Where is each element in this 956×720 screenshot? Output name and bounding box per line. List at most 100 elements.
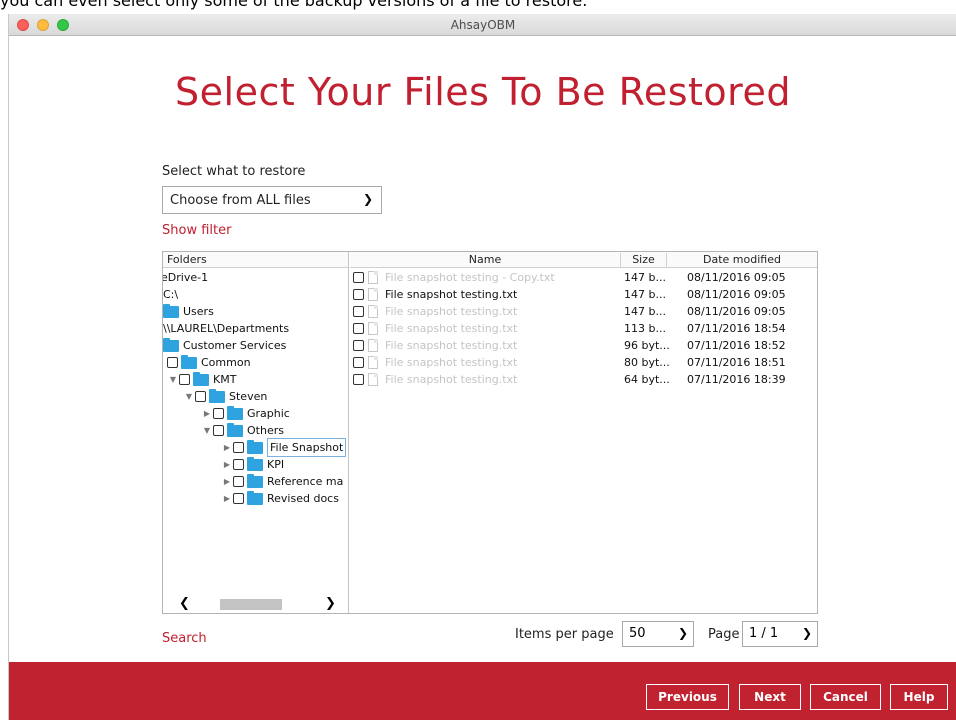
tree-item-kmt[interactable]: ▼ KMT	[167, 371, 236, 388]
tree-item-revised-docs[interactable]: ▶ Revised docs	[221, 490, 339, 507]
folder-tree: Folders eDrive-1 C:\ Users \\LAUREL\Depa…	[163, 252, 349, 613]
file-date: 08/11/2016 09:05	[687, 288, 786, 301]
folder-icon	[227, 422, 243, 437]
file-size: 64 byt...	[624, 373, 670, 386]
chevron-down-icon: ❯	[677, 626, 688, 640]
tree-item-c-drive[interactable]: C:\	[163, 286, 178, 303]
file-checkbox[interactable]	[353, 289, 364, 300]
tree-item-checkbox[interactable]	[233, 442, 244, 453]
tree-item-customer-services[interactable]: Customer Services	[163, 337, 286, 354]
tree-item-checkbox[interactable]	[213, 408, 224, 419]
restore-source-value: Choose from ALL files	[170, 193, 311, 208]
scroll-left-icon[interactable]: ❮	[179, 596, 190, 611]
page-select[interactable]: 1 / 1 ❯	[742, 621, 818, 647]
items-per-page-select[interactable]: 50 ❯	[622, 621, 694, 647]
scroll-right-icon[interactable]: ❯	[325, 596, 336, 611]
tree-item-label: Revised docs	[267, 492, 339, 505]
file-checkbox[interactable]	[353, 272, 364, 283]
file-date: 07/11/2016 18:39	[687, 373, 786, 386]
show-filter-link[interactable]: Show filter	[162, 223, 231, 238]
file-checkbox[interactable]	[353, 357, 364, 368]
file-date: 08/11/2016 09:05	[687, 305, 786, 318]
collapse-triangle-icon[interactable]: ▼	[167, 371, 179, 388]
chevron-down-icon: ❯	[801, 626, 812, 640]
collapse-triangle-icon[interactable]: ▼	[183, 388, 195, 405]
tree-item-checkbox[interactable]	[233, 493, 244, 504]
file-row[interactable]: File snapshot testing.txt 80 byt... 07/1…	[350, 354, 817, 371]
expand-triangle-icon[interactable]: ▶	[201, 405, 213, 422]
file-checkbox[interactable]	[353, 323, 364, 334]
folder-icon	[247, 456, 263, 471]
folder-icon	[163, 303, 179, 318]
help-button[interactable]: Help	[890, 684, 948, 710]
file-list: Name Size Date modified File snapshot te…	[350, 252, 817, 613]
expand-triangle-icon[interactable]: ▶	[221, 473, 233, 490]
tree-item-label: \\LAUREL\Departments	[163, 322, 290, 335]
file-list-header: Name Size Date modified	[350, 252, 817, 268]
tree-item-steven[interactable]: ▼ Steven	[183, 388, 267, 405]
tree-item-edrive[interactable]: eDrive-1	[163, 269, 208, 286]
date-column-header[interactable]: Date modified	[667, 253, 817, 267]
folder-icon	[227, 405, 243, 420]
tree-item-label: Users	[183, 305, 214, 318]
file-icon	[368, 356, 378, 369]
tree-item-graphic[interactable]: ▶ Graphic	[201, 405, 290, 422]
next-button[interactable]: Next	[739, 684, 801, 710]
tree-item-checkbox[interactable]	[179, 374, 190, 385]
tree-item-others[interactable]: ▼ Others	[201, 422, 284, 439]
file-size: 147 b...	[624, 288, 666, 301]
search-link[interactable]: Search	[162, 631, 207, 646]
folder-icon	[193, 371, 209, 386]
tree-item-kpi[interactable]: ▶ KPI	[221, 456, 284, 473]
file-date: 07/11/2016 18:54	[687, 322, 786, 335]
file-row[interactable]: File snapshot testing.txt 96 byt... 07/1…	[350, 337, 817, 354]
tree-item-checkbox[interactable]	[233, 459, 244, 470]
previous-button[interactable]: Previous	[646, 684, 729, 710]
file-row[interactable]: File snapshot testing - Copy.txt 147 b..…	[350, 269, 817, 286]
tree-item-checkbox[interactable]	[213, 425, 224, 436]
tree-item-checkbox[interactable]	[167, 357, 178, 368]
tree-item-common[interactable]: Common	[167, 354, 251, 371]
folder-icon	[247, 473, 263, 488]
app-window: AhsayOBM Select Your Files To Be Restore…	[8, 14, 956, 720]
expand-triangle-icon[interactable]: ▶	[221, 490, 233, 507]
file-icon	[368, 339, 378, 352]
file-date: 07/11/2016 18:52	[687, 339, 786, 352]
tree-horizontal-scrollbar[interactable]: ❮ ❯	[163, 596, 348, 612]
expand-triangle-icon[interactable]: ▶	[221, 456, 233, 473]
file-name: File snapshot testing.txt	[385, 305, 518, 318]
file-checkbox[interactable]	[353, 306, 364, 317]
tree-item-checkbox[interactable]	[195, 391, 206, 402]
tree-item-label: eDrive-1	[163, 271, 209, 284]
file-size: 113 b...	[624, 322, 666, 335]
file-row[interactable]: File snapshot testing.txt 113 b... 07/11…	[350, 320, 817, 337]
file-name: File snapshot testing.txt	[385, 356, 518, 369]
folder-icon	[247, 439, 263, 454]
tree-item-reference[interactable]: ▶ Reference ma	[221, 473, 343, 490]
restore-source-select[interactable]: Choose from ALL files ❯	[162, 186, 382, 214]
page-value: 1 / 1	[749, 626, 779, 641]
page-label: Page	[708, 627, 740, 642]
tree-item-users[interactable]: Users	[163, 303, 214, 320]
cancel-button[interactable]: Cancel	[810, 684, 881, 710]
size-column-header[interactable]: Size	[621, 253, 667, 267]
scrollbar-thumb[interactable]	[220, 599, 282, 610]
title-bar: AhsayOBM	[9, 14, 956, 36]
file-row[interactable]: File snapshot testing.txt 147 b... 08/11…	[350, 286, 817, 303]
chevron-down-icon: ❯	[362, 192, 373, 206]
file-row[interactable]: File snapshot testing.txt 64 byt... 07/1…	[350, 371, 817, 388]
tree-item-label: KMT	[213, 373, 237, 386]
name-column-header[interactable]: Name	[350, 253, 621, 267]
tree-item-checkbox[interactable]	[233, 476, 244, 487]
file-row[interactable]: File snapshot testing.txt 147 b... 08/11…	[350, 303, 817, 320]
file-checkbox[interactable]	[353, 340, 364, 351]
tree-item-label: Customer Services	[183, 339, 287, 352]
file-icon	[368, 271, 378, 284]
collapse-triangle-icon[interactable]: ▼	[201, 422, 213, 439]
file-checkbox[interactable]	[353, 374, 364, 385]
tree-item-file-snapshot[interactable]: ▶ File Snapshot	[221, 438, 347, 457]
tree-item-departments[interactable]: \\LAUREL\Departments	[163, 320, 289, 337]
expand-triangle-icon[interactable]: ▶	[221, 439, 233, 456]
tree-item-label: Reference ma	[267, 475, 344, 488]
tree-item-label: KPI	[267, 458, 285, 471]
